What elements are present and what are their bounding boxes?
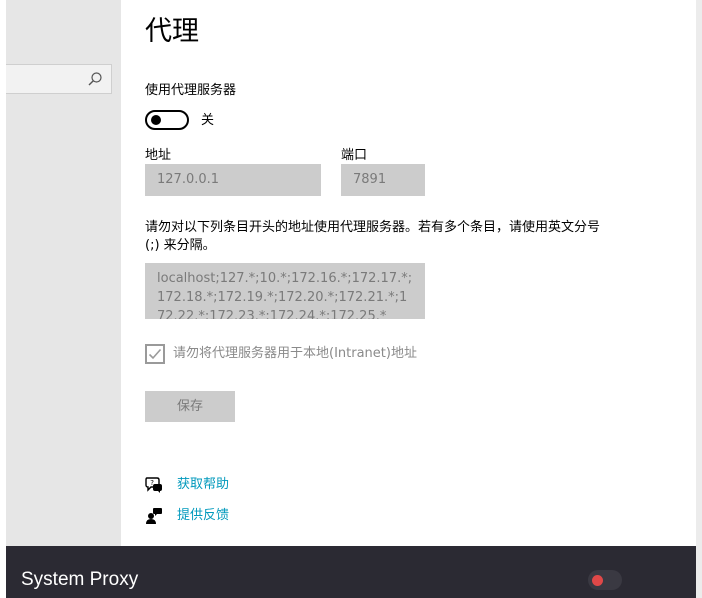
- chat-help-icon: ?: [145, 477, 162, 493]
- exceptions-textarea[interactable]: localhost;127.*;10.*;172.16.*;172.17.*;1…: [145, 263, 425, 319]
- port-label: 端口: [341, 148, 368, 163]
- proxy-settings-panel: 代理 使用代理服务器 关 地址 端口 127.0.0.1 7891 请勿对以下列…: [121, 0, 696, 546]
- get-help-link[interactable]: 获取帮助: [177, 476, 229, 494]
- address-label: 地址: [145, 148, 172, 163]
- system-proxy-toggle[interactable]: [588, 570, 622, 590]
- svg-text:?: ?: [150, 479, 154, 487]
- page-title: 代理: [145, 16, 199, 47]
- search-input[interactable]: [6, 64, 112, 94]
- window-edge: [696, 0, 702, 598]
- address-field[interactable]: 127.0.0.1: [145, 164, 321, 196]
- use-proxy-label: 使用代理服务器: [145, 83, 237, 98]
- toggle-state-label: 关: [201, 113, 215, 128]
- use-proxy-toggle[interactable]: [145, 110, 189, 130]
- toggle-dot: [592, 575, 603, 586]
- exceptions-description: 请勿对以下列条目开头的地址使用代理服务器。若有多个条目，请使用英文分号 (;) …: [145, 220, 601, 253]
- search-icon[interactable]: [87, 71, 103, 87]
- system-proxy-bar: System Proxy: [6, 546, 696, 598]
- local-bypass-label: 请勿将代理服务器用于本地(Intranet)地址: [173, 346, 417, 361]
- feedback-link[interactable]: 提供反馈: [177, 507, 229, 525]
- navigation-pane: [6, 0, 121, 546]
- toggle-knob: [151, 115, 161, 125]
- checkmark-icon: [148, 348, 162, 360]
- feedback-person-icon: [146, 508, 162, 524]
- port-field[interactable]: 7891: [341, 164, 425, 196]
- local-bypass-checkbox[interactable]: [145, 344, 165, 364]
- system-proxy-title: System Proxy: [21, 569, 139, 590]
- save-button[interactable]: 保存: [145, 391, 235, 422]
